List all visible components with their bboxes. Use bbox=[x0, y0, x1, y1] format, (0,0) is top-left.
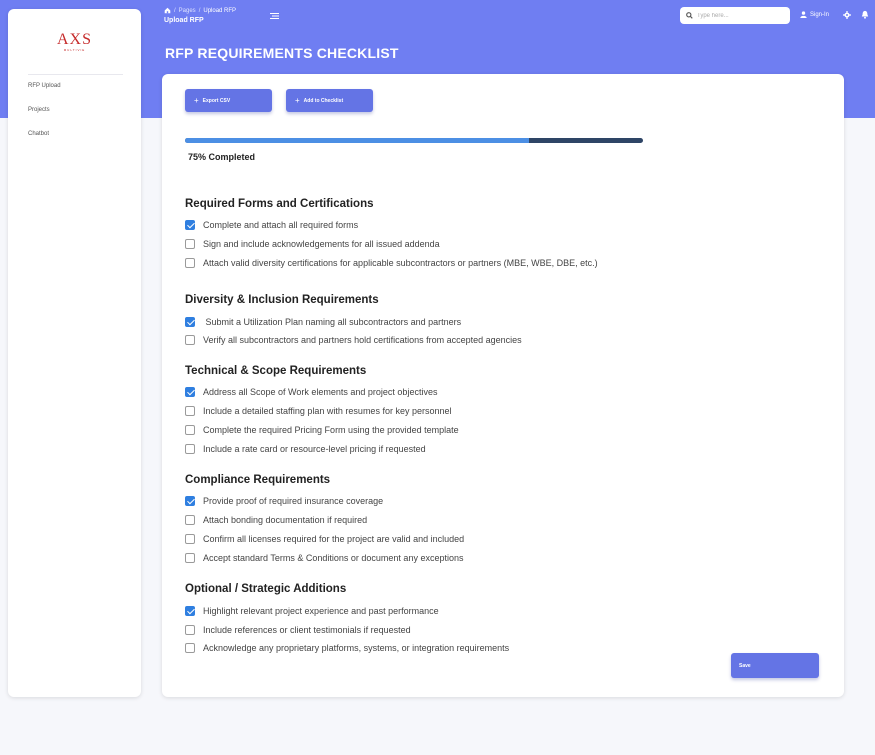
checklist-item: Attach valid diversity certifications fo… bbox=[185, 257, 598, 268]
checklist-item: Provide proof of required insurance cove… bbox=[185, 495, 383, 506]
checklist-item: Highlight relevant project experience an… bbox=[185, 605, 439, 616]
checkbox[interactable] bbox=[185, 514, 195, 525]
checkbox[interactable] bbox=[185, 316, 195, 327]
breadcrumb: / Pages / Upload RFP bbox=[164, 7, 236, 14]
export-csv-button[interactable]: + Export CSV bbox=[185, 89, 272, 112]
export-csv-label: Export CSV bbox=[202, 97, 231, 104]
checkbox[interactable] bbox=[185, 642, 195, 653]
checklist-item: Accept standard Terms & Conditions or do… bbox=[185, 552, 463, 563]
logo-text: AXS bbox=[56, 31, 92, 48]
checkbox[interactable] bbox=[185, 334, 195, 345]
checklist-item-label: Accept standard Terms & Conditions or do… bbox=[203, 552, 464, 563]
progress-label: 75% Completed bbox=[188, 152, 256, 162]
section-title-technical: Technical & Scope Requirements bbox=[185, 365, 367, 377]
checklist-item: Address all Scope of Work elements and p… bbox=[185, 386, 437, 397]
checkbox[interactable] bbox=[185, 495, 195, 506]
checklist-item: Confirm all licenses required for the pr… bbox=[185, 533, 464, 544]
search-box[interactable] bbox=[680, 7, 790, 24]
checklist-item-label: Address all Scope of Work elements and p… bbox=[203, 386, 438, 397]
checklist-item-label: Highlight relevant project experience an… bbox=[203, 605, 439, 616]
checkbox[interactable] bbox=[185, 443, 195, 454]
checkbox[interactable] bbox=[185, 424, 195, 435]
gear-icon[interactable] bbox=[843, 11, 851, 19]
progress-bar-fill bbox=[185, 138, 529, 143]
sign-in-label: Sign-In bbox=[810, 11, 830, 18]
checkbox[interactable] bbox=[185, 552, 195, 563]
checklist-item: Include references or client testimonial… bbox=[185, 624, 411, 635]
plus-icon: + bbox=[194, 95, 199, 105]
checklist-item-label: Include a rate card or resource-level pr… bbox=[203, 443, 426, 454]
progress-bar bbox=[185, 138, 643, 143]
checklist-item-label: Acknowledge any proprietary platforms, s… bbox=[203, 642, 510, 653]
page-title: RFP REQUIREMENTS CHECKLIST bbox=[165, 45, 399, 61]
checkbox[interactable] bbox=[185, 405, 195, 416]
checklist-item: Include a detailed staffing plan with re… bbox=[185, 405, 451, 416]
checklist-item-label: Attach bonding documentation if required bbox=[203, 514, 368, 525]
checklist-item-label: Verify all subcontractors and partners h… bbox=[203, 334, 522, 345]
checklist-item-label: Include a detailed staffing plan with re… bbox=[203, 405, 452, 416]
checklist-item-label: Submit a Utilization Plan naming all sub… bbox=[203, 316, 462, 327]
save-button[interactable]: Save bbox=[731, 653, 819, 678]
breadcrumb-separator: / bbox=[198, 7, 201, 14]
page-subtitle: Upload RFP bbox=[164, 17, 204, 24]
sign-in-link[interactable]: Sign-In bbox=[800, 11, 829, 18]
sidebar-item-chatbot[interactable]: Chatbot bbox=[28, 131, 49, 137]
section-title-compliance: Compliance Requirements bbox=[185, 474, 331, 486]
checklist-item-label: Complete and attach all required forms bbox=[203, 219, 359, 230]
checklist-item: Verify all subcontractors and partners h… bbox=[185, 334, 522, 345]
search-icon bbox=[686, 12, 693, 19]
brand-logo[interactable]: AXS MULTIVIE bbox=[8, 31, 141, 53]
checkbox[interactable] bbox=[185, 219, 195, 230]
checklist-item: Include a rate card or resource-level pr… bbox=[185, 443, 426, 454]
checklist-item: Submit a Utilization Plan naming all sub… bbox=[185, 316, 461, 327]
checkbox[interactable] bbox=[185, 533, 195, 544]
section-title-required-forms: Required Forms and Certifications bbox=[185, 198, 374, 210]
sidebar-item-projects[interactable]: Projects bbox=[28, 107, 50, 113]
checkbox[interactable] bbox=[185, 624, 195, 635]
sidebar: AXS MULTIVIE RFP Upload Projects Chatbot bbox=[8, 9, 141, 697]
section-title-diversity: Diversity & Inclusion Requirements bbox=[185, 294, 379, 306]
section-title-optional: Optional / Strategic Additions bbox=[185, 583, 347, 595]
checklist-item-label: Complete the required Pricing Form using… bbox=[203, 424, 459, 435]
save-label: Save bbox=[739, 662, 751, 669]
breadcrumb-separator: / bbox=[174, 7, 176, 14]
add-to-checklist-button[interactable]: + Add to Checklist bbox=[286, 89, 373, 112]
plus-icon: + bbox=[295, 95, 300, 105]
checklist-item: Attach bonding documentation if required bbox=[185, 514, 367, 525]
breadcrumb-current: Upload RFP bbox=[203, 7, 237, 14]
sidebar-divider bbox=[28, 74, 123, 75]
checkbox[interactable] bbox=[185, 605, 195, 616]
checklist-item-label: Attach valid diversity certifications fo… bbox=[203, 257, 598, 268]
checkbox[interactable] bbox=[185, 386, 195, 397]
user-icon bbox=[800, 11, 807, 18]
logo-subtext: MULTIVIE bbox=[63, 48, 86, 52]
checklist-item-label: Provide proof of required insurance cove… bbox=[203, 495, 384, 506]
checklist-item: Sign and include acknowledgements for al… bbox=[185, 238, 440, 249]
checklist-item-label: Confirm all licenses required for the pr… bbox=[203, 533, 465, 544]
search-input[interactable] bbox=[697, 12, 785, 19]
add-to-checklist-label: Add to Checklist bbox=[303, 97, 344, 104]
checklist-item: Complete and attach all required forms bbox=[185, 219, 358, 230]
home-icon[interactable] bbox=[164, 7, 171, 14]
bell-icon[interactable] bbox=[861, 10, 869, 19]
sidebar-item-rfp-upload[interactable]: RFP Upload bbox=[28, 83, 61, 89]
checklist-item-label: Sign and include acknowledgements for al… bbox=[203, 238, 440, 249]
checkbox[interactable] bbox=[185, 238, 195, 249]
checkbox[interactable] bbox=[185, 257, 195, 268]
checklist-item: Complete the required Pricing Form using… bbox=[185, 424, 459, 435]
checklist-item-label: Include references or client testimonial… bbox=[203, 624, 411, 635]
menu-toggle-icon[interactable] bbox=[270, 12, 279, 20]
breadcrumb-parent[interactable]: Pages bbox=[179, 8, 196, 14]
checklist-item: Acknowledge any proprietary platforms, s… bbox=[185, 642, 509, 653]
